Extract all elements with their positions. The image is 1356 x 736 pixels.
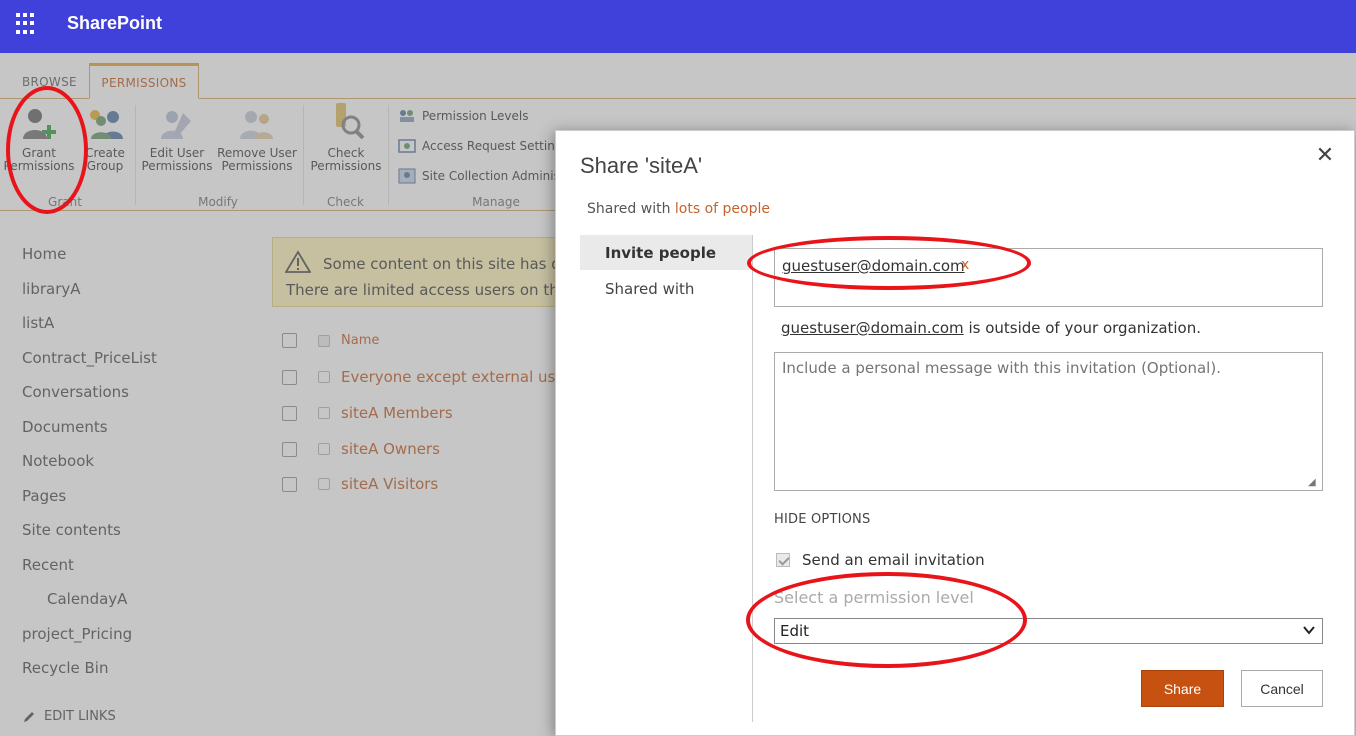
permission-level-select[interactable]: Edit — [774, 618, 1323, 644]
invitee-token[interactable]: guestuser@domain.com — [782, 257, 965, 275]
external-user-email[interactable]: guestuser@domain.com — [781, 319, 964, 337]
external-user-suffix: is outside of your organization. — [968, 319, 1202, 337]
people-picker-input[interactable]: guestuser@domain.com x — [774, 248, 1323, 307]
chevron-down-icon — [1303, 626, 1315, 635]
send-email-label: Send an email invitation — [802, 551, 985, 569]
send-email-checkbox[interactable] — [776, 553, 790, 567]
permission-level-label: Select a permission level — [774, 588, 974, 607]
personal-message-input[interactable] — [774, 352, 1323, 491]
cancel-button[interactable]: Cancel — [1241, 670, 1323, 707]
share-dialog: Share 'siteA' ✕ Shared with lots of peop… — [555, 130, 1355, 736]
shared-with-summary: Shared with lots of people — [587, 201, 770, 217]
app-title[interactable]: SharePoint — [67, 13, 162, 34]
remove-invitee-icon[interactable]: x — [961, 257, 969, 273]
permission-level-value: Edit — [780, 622, 810, 640]
share-button[interactable]: Share — [1141, 670, 1224, 707]
resize-grip-icon[interactable]: ◢ — [1308, 477, 1316, 488]
close-icon[interactable]: ✕ — [1314, 143, 1336, 168]
send-email-option: Send an email invitation — [776, 551, 985, 569]
shared-with-prefix: Shared with — [587, 201, 671, 217]
tab-shared-with[interactable]: Shared with — [580, 271, 752, 306]
shared-with-link[interactable]: lots of people — [675, 201, 770, 217]
suite-bar: SharePoint — [0, 0, 1356, 53]
tab-invite-people[interactable]: Invite people — [580, 235, 752, 270]
external-user-note: guestuser@domain.com is outside of your … — [781, 319, 1201, 337]
dialog-tabs: Invite people Shared with — [580, 235, 753, 722]
hide-options-link[interactable]: HIDE OPTIONS — [774, 512, 870, 527]
app-launcher-icon[interactable] — [16, 13, 38, 35]
dialog-title: Share 'siteA' — [580, 153, 703, 178]
